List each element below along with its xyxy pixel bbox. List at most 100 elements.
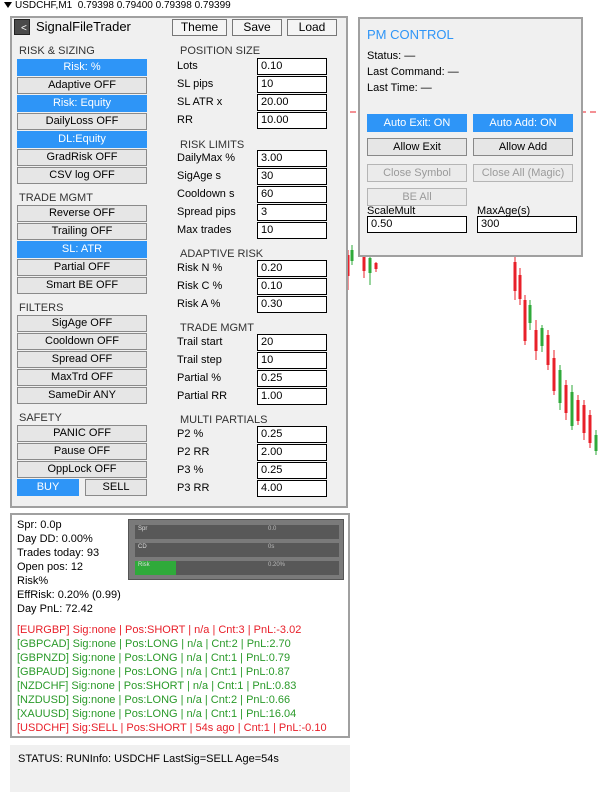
candle-body	[570, 392, 574, 426]
risk-equity-toggle[interactable]: Risk: Equity	[17, 95, 147, 112]
pm-status: Status: —	[367, 50, 416, 62]
daily-loss-toggle[interactable]: DailyLoss OFF	[17, 113, 147, 130]
sell-button[interactable]: SELL	[85, 479, 147, 496]
be-all-button[interactable]: BE All	[367, 188, 467, 206]
rr-label: RR	[177, 114, 193, 126]
trail-start-field[interactable]: 20	[257, 334, 327, 351]
p3-rr-label: P3 RR	[177, 482, 210, 494]
auto-exit-toggle[interactable]: Auto Exit: ON	[367, 114, 467, 132]
risk-a-label: Risk A %	[177, 298, 221, 310]
chart-header: USDCHF,M1 0.79398 0.79400 0.79398 0.7939…	[4, 0, 231, 11]
p3-rr-field[interactable]: 4.00	[257, 480, 327, 497]
allow-exit-button[interactable]: Allow Exit	[367, 138, 467, 156]
status-bar: STATUS: RUNInfo: USDCHF LastSig=SELL Age…	[10, 745, 350, 792]
candle-body	[534, 330, 538, 351]
grad-risk-toggle[interactable]: GradRisk OFF	[17, 149, 147, 166]
stats-panel: Spr: 0.0p Day DD: 0.00% Trades today: 93…	[10, 513, 350, 738]
candle-body	[540, 328, 544, 346]
cooldown-toggle[interactable]: Cooldown OFF	[17, 333, 147, 350]
pause-toggle[interactable]: Pause OFF	[17, 443, 147, 460]
sl-pips-label: SL pips	[177, 78, 214, 90]
opp-lock-toggle[interactable]: OppLock OFF	[17, 461, 147, 478]
panic-toggle[interactable]: PANIC OFF	[17, 425, 147, 442]
section-risk-limits: RISK LIMITS	[180, 139, 245, 151]
sl-pips-field[interactable]: 10	[257, 76, 327, 93]
risk-n-field[interactable]: 0.20	[257, 260, 327, 277]
cooldown-s-field[interactable]: 60	[257, 186, 327, 203]
sig-age-toggle[interactable]: SigAge OFF	[17, 315, 147, 332]
open-pos-stat: Open pos: 12	[17, 561, 84, 573]
section-risk-sizing: RISK & SIZING	[19, 45, 95, 57]
trail-step-field[interactable]: 10	[257, 352, 327, 369]
candle-body	[576, 400, 580, 421]
p2-rr-field[interactable]: 2.00	[257, 444, 327, 461]
scale-mult-field[interactable]: 0.50	[367, 216, 467, 233]
rr-field[interactable]: 10.00	[257, 112, 327, 129]
symbol-row: [NZDCHF] Sig:none | Pos:SHORT | n/a | Cn…	[17, 680, 297, 692]
spread-stat: Spr: 0.0p	[17, 519, 62, 531]
candle-body	[588, 415, 592, 443]
close-all-magic-button[interactable]: Close All (Magic)	[473, 164, 573, 182]
spread-toggle[interactable]: Spread OFF	[17, 351, 147, 368]
max-age-field[interactable]: 300	[477, 216, 577, 233]
risk-c-field[interactable]: 0.10	[257, 278, 327, 295]
sl-atr-toggle[interactable]: SL: ATR	[17, 241, 147, 258]
save-button[interactable]: Save	[232, 19, 282, 36]
load-button[interactable]: Load	[287, 19, 337, 36]
sl-atr-x-field[interactable]: 20.00	[257, 94, 327, 111]
allow-add-button[interactable]: Allow Add	[473, 138, 573, 156]
dl-equity-toggle[interactable]: DL:Equity	[17, 131, 147, 148]
chart-ohlc: 0.79398 0.79400 0.79398 0.79399	[77, 0, 231, 11]
theme-button[interactable]: Theme	[172, 19, 227, 36]
risk-n-label: Risk N %	[177, 262, 223, 274]
csv-log-toggle[interactable]: CSV log OFF	[17, 167, 147, 184]
daily-max-label: DailyMax %	[177, 152, 236, 164]
spread-pips-field[interactable]: 3	[257, 204, 327, 221]
dropdown-triangle-icon[interactable]	[4, 2, 12, 9]
sig-age-s-field[interactable]: 30	[257, 168, 327, 185]
lots-field[interactable]: 0.10	[257, 58, 327, 75]
partial-pct-label: Partial %	[177, 372, 222, 384]
partial-toggle[interactable]: Partial OFF	[17, 259, 147, 276]
candle-body	[564, 385, 568, 413]
trail-start-label: Trail start	[177, 336, 223, 348]
risk-meter-value: 0.20%	[268, 562, 286, 568]
p3-pct-field[interactable]: 0.25	[257, 462, 327, 479]
spread-meter-value: 0.0	[268, 526, 277, 532]
sig-age-s-label: SigAge s	[177, 170, 222, 182]
close-symbol-button[interactable]: Close Symbol	[367, 164, 467, 182]
spread-meter-label: Spr	[138, 526, 148, 532]
max-trades-field[interactable]: 10	[257, 222, 327, 239]
candle-body	[546, 335, 550, 365]
cooldown-meter-value: 0s	[268, 544, 275, 550]
risk-pct-toggle[interactable]: Risk: %	[17, 59, 147, 76]
buy-button[interactable]: BUY	[17, 479, 79, 496]
pm-last-time: Last Time: —	[367, 82, 432, 94]
partial-pct-field[interactable]: 0.25	[257, 370, 327, 387]
cooldown-s-label: Cooldown s	[177, 188, 235, 200]
adaptive-toggle[interactable]: Adaptive OFF	[17, 77, 147, 94]
smart-be-toggle[interactable]: Smart BE OFF	[17, 277, 147, 294]
trades-today-stat: Trades today: 93	[17, 547, 100, 559]
max-trd-toggle[interactable]: MaxTrd OFF	[17, 369, 147, 386]
cooldown-meter: CD 0s	[135, 543, 339, 557]
spread-meter: Spr 0.0	[135, 525, 339, 539]
symbol-row: [NZDUSD] Sig:none | Pos:LONG | n/a | Cnt…	[17, 694, 291, 706]
candle-body	[374, 263, 378, 269]
partial-rr-field[interactable]: 1.00	[257, 388, 327, 405]
collapse-button[interactable]: <	[14, 19, 30, 35]
same-dir-toggle[interactable]: SameDir ANY	[17, 387, 147, 404]
p2-pct-field[interactable]: 0.25	[257, 426, 327, 443]
candle-body	[362, 255, 366, 271]
risk-a-field[interactable]: 0.30	[257, 296, 327, 313]
trailing-toggle[interactable]: Trailing OFF	[17, 223, 147, 240]
auto-add-toggle[interactable]: Auto Add: ON	[473, 114, 573, 132]
chart-symbol: USDCHF,M1	[15, 0, 73, 11]
daily-max-field[interactable]: 3.00	[257, 150, 327, 167]
symbol-row: [GBPCAD] Sig:none | Pos:LONG | n/a | Cnt…	[17, 638, 291, 650]
reverse-toggle[interactable]: Reverse OFF	[17, 205, 147, 222]
section-adaptive-risk: ADAPTIVE RISK	[180, 248, 264, 260]
candle-body	[513, 262, 517, 291]
risk-mode-stat: Risk%	[17, 575, 49, 587]
section-safety: SAFETY	[19, 412, 62, 424]
